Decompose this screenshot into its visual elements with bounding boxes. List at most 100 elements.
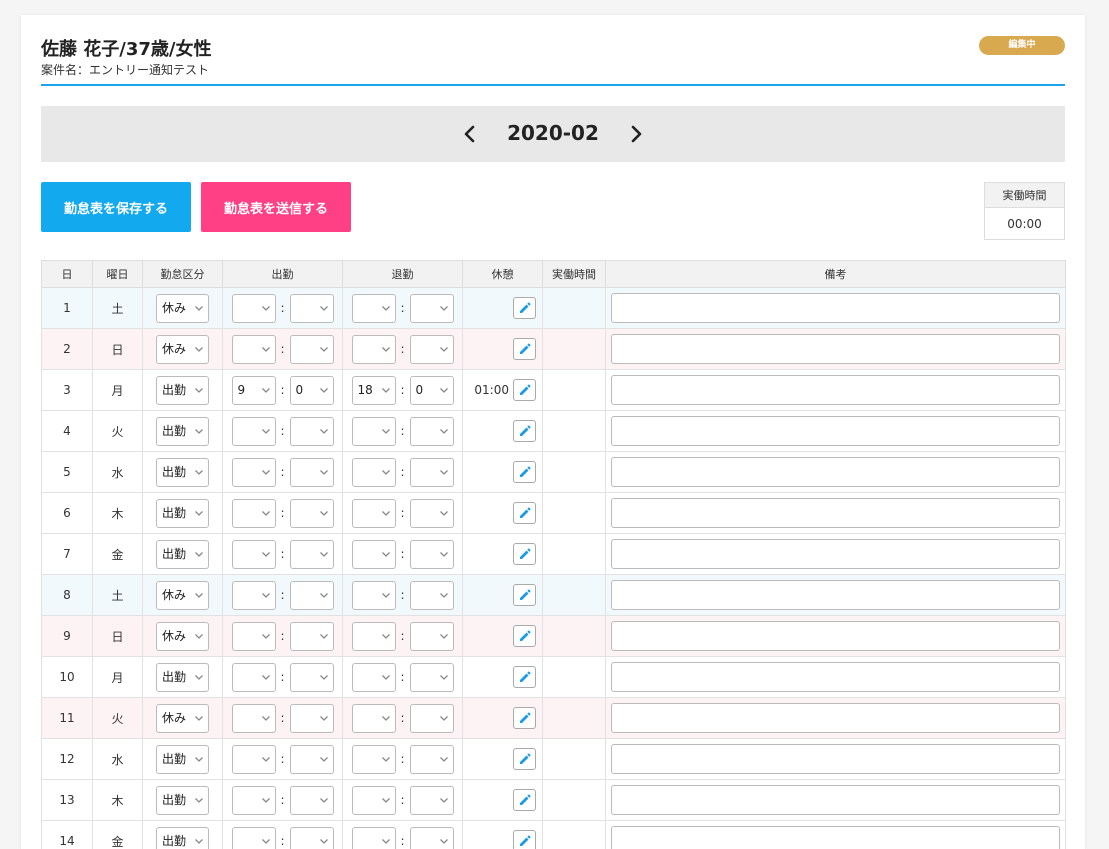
edit-break-button[interactable]	[513, 461, 536, 483]
end-hour-select[interactable]	[351, 744, 396, 774]
edit-break-button[interactable]	[513, 338, 536, 360]
start-hour-select[interactable]	[231, 744, 276, 774]
start-hour-select[interactable]	[231, 785, 276, 815]
note-input[interactable]	[611, 703, 1060, 733]
start-minute-select[interactable]	[289, 416, 334, 446]
edit-break-button[interactable]	[513, 420, 536, 442]
start-hour-select[interactable]	[231, 498, 276, 528]
note-input[interactable]	[611, 498, 1060, 528]
end-hour-select[interactable]	[351, 334, 396, 364]
end-minute-select[interactable]	[409, 662, 454, 692]
end-hour-select[interactable]	[351, 539, 396, 569]
start-hour-select[interactable]	[231, 580, 276, 610]
start-minute-select[interactable]	[289, 539, 334, 569]
start-minute-select[interactable]	[289, 703, 334, 733]
edit-break-button[interactable]	[513, 625, 536, 647]
note-input[interactable]	[611, 785, 1060, 815]
attendance-type-select[interactable]: 休み	[156, 293, 209, 323]
end-minute-select[interactable]	[409, 744, 454, 774]
edit-break-button[interactable]	[513, 543, 536, 565]
end-minute-select[interactable]	[409, 498, 454, 528]
start-hour-select[interactable]	[231, 334, 276, 364]
end-minute-select[interactable]	[409, 334, 454, 364]
chevron-left-icon[interactable]	[458, 120, 482, 148]
note-input[interactable]	[611, 621, 1060, 651]
note-input[interactable]	[611, 457, 1060, 487]
start-hour-select[interactable]	[231, 662, 276, 692]
edit-break-button[interactable]	[513, 748, 536, 770]
start-minute-select[interactable]	[289, 744, 334, 774]
end-hour-select[interactable]	[351, 621, 396, 651]
send-timesheet-button[interactable]: 勤怠表を送信する	[201, 182, 351, 232]
note-input[interactable]	[611, 293, 1060, 323]
edit-break-button[interactable]	[513, 379, 536, 401]
start-hour-select[interactable]	[231, 703, 276, 733]
note-input[interactable]	[611, 375, 1060, 405]
note-input[interactable]	[611, 662, 1060, 692]
attendance-type-select[interactable]: 出勤	[156, 416, 209, 446]
edit-break-button[interactable]	[513, 707, 536, 729]
save-timesheet-button[interactable]: 勤怠表を保存する	[41, 182, 191, 232]
start-minute-select[interactable]	[289, 457, 334, 487]
note-input[interactable]	[611, 826, 1060, 849]
end-hour-select[interactable]	[351, 826, 396, 849]
start-hour-select[interactable]	[231, 621, 276, 651]
attendance-type-select[interactable]: 休み	[156, 703, 209, 733]
attendance-type-select[interactable]: 出勤	[156, 662, 209, 692]
start-minute-select[interactable]	[289, 293, 334, 323]
end-hour-select[interactable]	[351, 703, 396, 733]
end-minute-select[interactable]: 0	[409, 375, 454, 405]
start-minute-select[interactable]	[289, 826, 334, 849]
edit-break-button[interactable]	[513, 502, 536, 524]
start-hour-select[interactable]	[231, 293, 276, 323]
end-minute-select[interactable]	[409, 539, 454, 569]
end-hour-select[interactable]	[351, 662, 396, 692]
chevron-right-icon[interactable]	[624, 120, 648, 148]
note-input[interactable]	[611, 744, 1060, 774]
end-minute-select[interactable]	[409, 416, 454, 446]
start-minute-select[interactable]: 0	[289, 375, 334, 405]
attendance-type-select[interactable]: 出勤	[156, 826, 209, 849]
end-hour-select[interactable]	[351, 416, 396, 446]
edit-break-button[interactable]	[513, 666, 536, 688]
attendance-type-select[interactable]: 出勤	[156, 785, 209, 815]
end-minute-select[interactable]	[409, 621, 454, 651]
attendance-type-select[interactable]: 出勤	[156, 457, 209, 487]
start-hour-select[interactable]	[231, 826, 276, 849]
attendance-type-select[interactable]: 出勤	[156, 744, 209, 774]
end-minute-select[interactable]	[409, 826, 454, 849]
start-hour-select[interactable]: 9	[231, 375, 276, 405]
note-input[interactable]	[611, 416, 1060, 446]
attendance-type-select[interactable]: 出勤	[156, 539, 209, 569]
start-hour-select[interactable]	[231, 539, 276, 569]
edit-break-button[interactable]	[513, 297, 536, 319]
note-input[interactable]	[611, 539, 1060, 569]
attendance-type-select[interactable]: 休み	[156, 621, 209, 651]
end-hour-select[interactable]	[351, 293, 396, 323]
end-minute-select[interactable]	[409, 580, 454, 610]
end-hour-select[interactable]: 18	[351, 375, 396, 405]
end-minute-select[interactable]	[409, 703, 454, 733]
start-hour-select[interactable]	[231, 457, 276, 487]
end-minute-select[interactable]	[409, 457, 454, 487]
attendance-type-select[interactable]: 出勤	[156, 498, 209, 528]
note-input[interactable]	[611, 580, 1060, 610]
end-minute-select[interactable]	[409, 293, 454, 323]
note-input[interactable]	[611, 334, 1060, 364]
end-hour-select[interactable]	[351, 498, 396, 528]
edit-break-button[interactable]	[513, 584, 536, 606]
start-minute-select[interactable]	[289, 662, 334, 692]
end-hour-select[interactable]	[351, 580, 396, 610]
start-minute-select[interactable]	[289, 498, 334, 528]
edit-break-button[interactable]	[513, 789, 536, 811]
attendance-type-select[interactable]: 出勤	[156, 375, 209, 405]
start-minute-select[interactable]	[289, 334, 334, 364]
end-minute-select[interactable]	[409, 785, 454, 815]
end-hour-select[interactable]	[351, 785, 396, 815]
start-minute-select[interactable]	[289, 580, 334, 610]
start-minute-select[interactable]	[289, 785, 334, 815]
attendance-type-select[interactable]: 休み	[156, 334, 209, 364]
attendance-type-select[interactable]: 休み	[156, 580, 209, 610]
edit-break-button[interactable]	[513, 830, 536, 849]
start-minute-select[interactable]	[289, 621, 334, 651]
